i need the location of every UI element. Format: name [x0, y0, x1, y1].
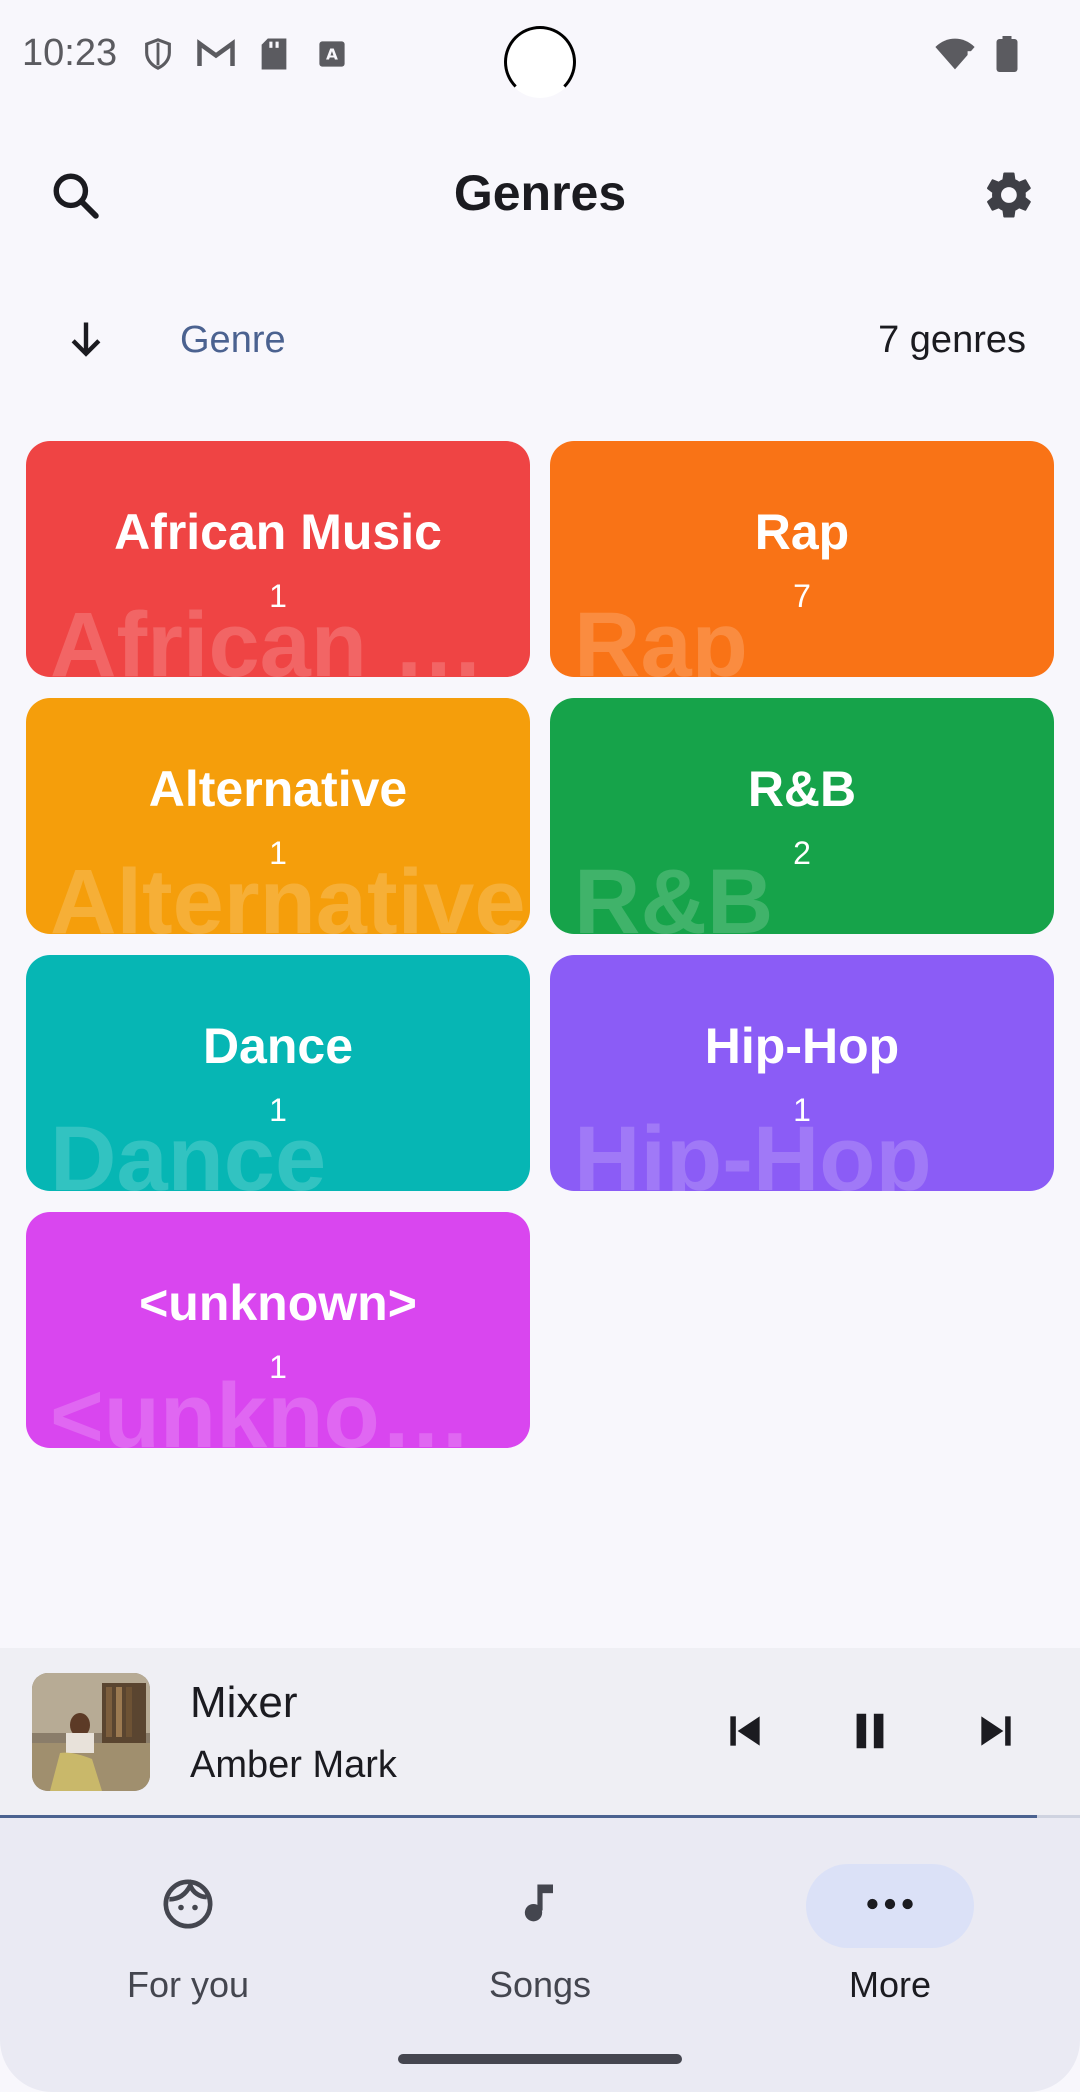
- nav-item-more[interactable]: More: [760, 1846, 1020, 2016]
- genre-card-rap[interactable]: Rap Rap 7: [550, 441, 1054, 677]
- screen: 10:23 A Genres Genre 7 genres African M.…: [0, 0, 1080, 2092]
- nav-label: Songs: [488, 1964, 592, 2005]
- genre-card-hip-hop[interactable]: Hip-Hop Hip-Hop 1: [550, 955, 1054, 1191]
- genre-name: Dance: [202, 1018, 354, 1074]
- home-indicator[interactable]: [398, 2054, 682, 2064]
- status-time: 10:23: [22, 32, 118, 74]
- album-art[interactable]: [32, 1673, 150, 1791]
- font-icon: A: [312, 34, 352, 74]
- track-artist: Amber Mark: [190, 1744, 397, 1786]
- pause-button[interactable]: [835, 1698, 905, 1768]
- svg-text:A: A: [326, 46, 338, 64]
- genre-name: <unknown>: [139, 1275, 417, 1331]
- arrow-down-icon: [64, 317, 108, 366]
- genre-song-count: 1: [269, 835, 287, 871]
- genre-count: 7 genres: [878, 319, 1026, 361]
- more-horiz-icon: [866, 1896, 914, 1917]
- genre-card-alternative[interactable]: Alternative Alternative 1: [26, 698, 530, 934]
- sort-by-button[interactable]: Genre: [180, 319, 286, 362]
- genre-name: R&B: [747, 761, 857, 817]
- nav-icon-container: [806, 1864, 974, 1948]
- battery-icon: [996, 36, 1018, 77]
- genre-name: Hip-Hop: [704, 1018, 900, 1074]
- sd-card-icon: [254, 34, 294, 74]
- pause-icon: [847, 1708, 893, 1759]
- sort-direction-button[interactable]: [58, 313, 114, 369]
- skip-previous-icon: [723, 1709, 767, 1758]
- genre-card-unknown[interactable]: <unknown> <unknown> 1: [26, 1212, 530, 1448]
- gear-icon: [982, 168, 1036, 227]
- genre-name: African Music: [114, 504, 442, 560]
- genre-song-count: 1: [269, 578, 287, 614]
- nav-item-songs[interactable]: Songs: [410, 1846, 670, 2016]
- genre-song-count: 7: [793, 578, 811, 614]
- music-note-icon: [514, 1876, 566, 1937]
- top-app-bar: Genres: [0, 150, 1080, 240]
- status-bar: 10:23 A: [0, 0, 1080, 110]
- face-icon: [160, 1876, 216, 1937]
- genre-card-rnb[interactable]: R&B R&B 2: [550, 698, 1054, 934]
- previous-button[interactable]: [710, 1698, 780, 1768]
- shield-icon: [138, 34, 178, 74]
- gmail-icon: [196, 34, 236, 74]
- settings-button[interactable]: [974, 162, 1044, 232]
- nav-icon-container: [104, 1864, 272, 1948]
- genre-card-african-music[interactable]: African M... African Music 1: [26, 441, 530, 677]
- nav-label: For you: [126, 1964, 250, 2005]
- wifi-alert-icon: [934, 37, 976, 76]
- skip-next-icon: [974, 1709, 1018, 1758]
- camera-cutout: [504, 26, 576, 98]
- nav-icon-container: [456, 1864, 624, 1948]
- nav-label: More: [848, 1964, 932, 2005]
- page-title: Genres: [453, 165, 627, 221]
- nav-item-for-you[interactable]: For you: [58, 1846, 318, 2016]
- track-title: Mixer: [190, 1678, 298, 1727]
- genre-song-count: 1: [793, 1092, 811, 1128]
- genre-card-dance[interactable]: Dance Dance 1: [26, 955, 530, 1191]
- status-icons-left: A: [138, 34, 352, 74]
- genre-name: Rap: [754, 504, 850, 560]
- genre-song-count: 2: [793, 835, 811, 871]
- next-button[interactable]: [961, 1698, 1031, 1768]
- mini-player[interactable]: Mixer Amber Mark: [0, 1648, 1080, 1818]
- bottom-navigation: For you Songs More: [0, 1818, 1080, 2092]
- genre-song-count: 1: [269, 1349, 287, 1385]
- genre-name: Alternative: [148, 761, 408, 817]
- sort-row: Genre 7 genres: [0, 305, 1080, 381]
- status-icons-right: [934, 36, 1018, 77]
- genre-song-count: 1: [269, 1092, 287, 1128]
